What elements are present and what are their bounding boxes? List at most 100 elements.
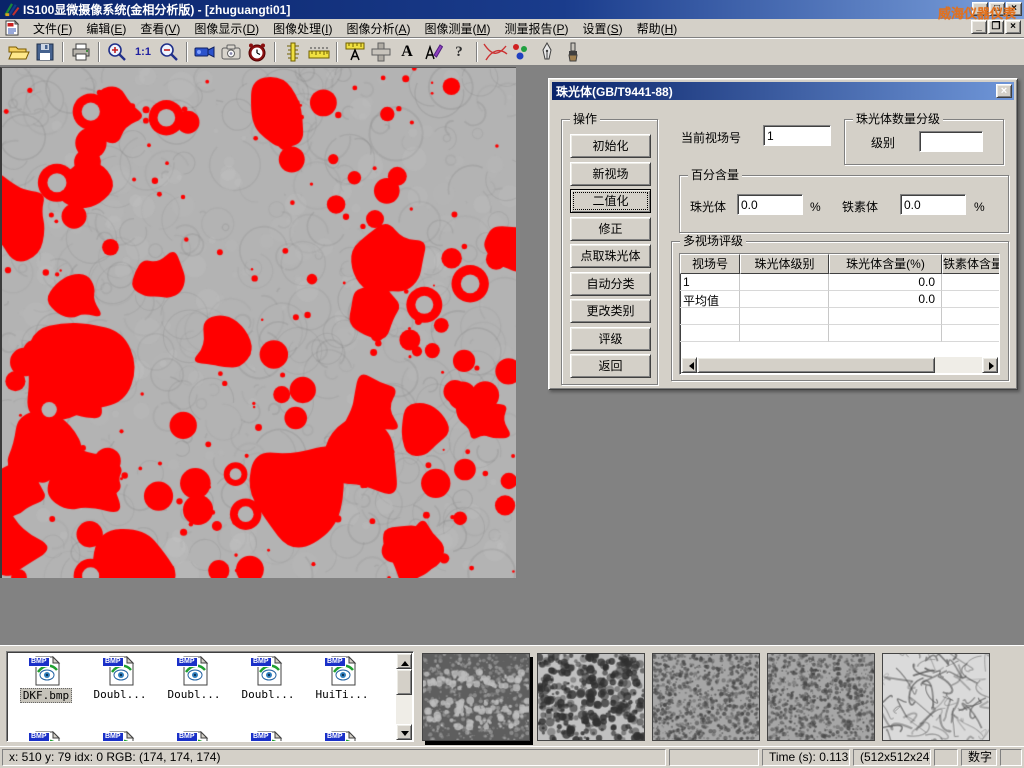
child-minimize-button[interactable]: _ <box>971 20 987 34</box>
menu-image-measure[interactable]: 图像测量M <box>418 18 498 39</box>
file-item[interactable]: BMP Doubl... <box>157 656 231 703</box>
current-view-input[interactable] <box>763 125 831 146</box>
status-empty-panel <box>934 749 958 766</box>
scroll-right-icon[interactable] <box>982 357 998 373</box>
file-item[interactable]: BMP HuiTi... <box>305 656 379 703</box>
auto-classify-button[interactable]: 自动分类 <box>570 272 651 296</box>
level-input[interactable] <box>919 131 983 152</box>
col-header-ferrite[interactable]: 铁素体含量(%) <box>942 254 1000 274</box>
mdi-workspace: 珠光体(GB/T9441-88) × 操作 初始化 新视场 二值化 修正 点取珠… <box>0 66 1024 645</box>
timer-icon[interactable] <box>244 40 270 64</box>
caliper-measure-icon[interactable] <box>280 40 306 64</box>
change-class-button[interactable]: 更改类别 <box>570 299 651 323</box>
metallographic-image[interactable] <box>0 67 516 578</box>
file-item[interactable]: BMP Doubl... <box>231 656 305 703</box>
edit-annotation-icon[interactable] <box>420 40 446 64</box>
dialog-title-bar[interactable]: 珠光体(GB/T9441-88) × <box>552 82 1014 100</box>
table-row[interactable]: 1 0.0 <box>680 274 999 291</box>
grading-group: 珠光体数量分级 级别 <box>844 119 1004 165</box>
menu-view[interactable]: 查看V <box>133 18 187 39</box>
bmp-file-icon: BMP <box>30 656 62 686</box>
dialog-close-icon[interactable]: × <box>996 84 1012 98</box>
particle-count-icon[interactable] <box>508 40 534 64</box>
bmp-file-icon: BMP <box>326 656 358 686</box>
scroll-left-icon[interactable] <box>681 357 697 373</box>
child-close-button[interactable]: × <box>1005 20 1021 34</box>
status-image-size: (512x512x24) <box>853 749 931 766</box>
correct-button[interactable]: 修正 <box>570 217 651 241</box>
col-header-view[interactable]: 视场号 <box>680 254 740 274</box>
child-restore-button[interactable]: ❐ <box>988 20 1004 34</box>
file-item[interactable]: BMP DKF.bmp <box>9 656 83 703</box>
multifield-table[interactable]: 视场号 珠光体级别 珠光体含量(%) 铁素体含量(%) 1 0.0 平均值 0.… <box>679 253 1000 375</box>
file-name[interactable]: Doubl... <box>240 688 297 701</box>
text-measure-icon[interactable] <box>342 40 368 64</box>
menu-image-display[interactable]: 图像显示D <box>187 18 266 39</box>
menu-bar: 文件F 编辑E 查看V 图像显示D 图像处理I 图像分析A 图像测量M 测量报告… <box>0 19 1024 38</box>
bmp-file-icon: BMP <box>178 656 210 686</box>
file-name[interactable]: HuiTi... <box>314 688 371 701</box>
help-icon[interactable]: ? <box>446 40 472 64</box>
bmp-file-icon: BMP <box>30 731 62 742</box>
thumbnail-image[interactable] <box>422 653 530 741</box>
brush-tool-icon[interactable] <box>560 40 586 64</box>
menu-measure-report[interactable]: 测量报告P <box>498 18 576 39</box>
status-empty-panel <box>1000 749 1022 766</box>
ferrite-percent-input[interactable] <box>900 194 966 215</box>
toolbar: 1:1 A ? <box>0 38 1024 66</box>
menu-image-analysis[interactable]: 图像分析A <box>339 18 417 39</box>
initialize-button[interactable]: 初始化 <box>570 134 651 158</box>
open-icon[interactable] <box>6 40 32 64</box>
menu-edit[interactable]: 编辑E <box>79 18 133 39</box>
bmp-file-icon: BMP <box>104 731 136 742</box>
save-icon[interactable] <box>32 40 58 64</box>
toolbar-separator <box>62 42 64 62</box>
file-name[interactable]: DKF.bmp <box>20 688 72 703</box>
thumbnail-image[interactable] <box>537 653 645 741</box>
new-field-button[interactable]: 新视场 <box>570 162 651 186</box>
menu-help[interactable]: 帮助H <box>630 18 685 39</box>
thumbnail-image[interactable] <box>652 653 760 741</box>
file-list[interactable]: BMP DKF.bmp BMP Doubl... BMP Doubl... <box>6 651 414 742</box>
curve-measure-icon[interactable] <box>482 40 508 64</box>
table-horizontal-scrollbar[interactable] <box>681 357 998 373</box>
file-name[interactable]: Doubl... <box>166 688 223 701</box>
file-name[interactable]: Doubl... <box>92 688 149 701</box>
pick-pearlite-button[interactable]: 点取珠光体 <box>570 244 651 268</box>
scroll-down-icon[interactable] <box>396 724 412 740</box>
actual-size-icon[interactable]: 1:1 <box>130 40 156 64</box>
text-annotation-icon[interactable]: A <box>394 40 420 64</box>
ruler-measure-icon[interactable] <box>306 40 332 64</box>
thumbnail-image[interactable] <box>767 653 875 741</box>
binarize-button[interactable]: 二值化 <box>570 189 651 213</box>
menu-settings[interactable]: 设置S <box>576 18 630 39</box>
col-header-grade[interactable]: 珠光体级别 <box>740 254 829 274</box>
grade-button[interactable]: 评级 <box>570 327 651 351</box>
menu-file[interactable]: 文件F <box>26 18 79 39</box>
bmp-file-icon: BMP <box>104 656 136 686</box>
return-button[interactable]: 返回 <box>570 354 651 378</box>
level-label: 级别 <box>871 134 895 151</box>
table-row[interactable]: 平均值 0.0 <box>680 291 999 308</box>
multifield-group-label: 多视场评级 <box>680 234 746 248</box>
col-header-pearlite[interactable]: 珠光体含量(%) <box>829 254 942 274</box>
zoom-out-icon[interactable] <box>156 40 182 64</box>
scroll-up-icon[interactable] <box>396 653 412 669</box>
dialog-title: 珠光体(GB/T9441-88) <box>556 83 673 100</box>
thumbnail-image[interactable] <box>882 653 990 741</box>
scrollbar-thumb[interactable] <box>697 357 935 373</box>
pen-tool-icon[interactable] <box>534 40 560 64</box>
print-icon[interactable] <box>68 40 94 64</box>
file-list-scrollbar[interactable] <box>396 653 412 740</box>
scrollbar-thumb[interactable] <box>396 669 412 695</box>
title-bar: IS100显微摄像系统(金相分析版) - [zhuguangti01] _ □ … <box>0 0 1024 19</box>
menu-image-process[interactable]: 图像处理I <box>266 18 339 39</box>
video-capture-icon[interactable] <box>192 40 218 64</box>
document-icon[interactable] <box>4 20 20 36</box>
file-item[interactable]: BMP Doubl... <box>83 656 157 703</box>
zoom-in-icon[interactable] <box>104 40 130 64</box>
photo-capture-icon[interactable] <box>218 40 244 64</box>
pearlite-percent-input[interactable] <box>737 194 803 215</box>
status-bar: x: 510 y: 79 idx: 0 RGB: (174, 174, 174)… <box>0 746 1024 768</box>
image-merge-icon[interactable] <box>368 40 394 64</box>
